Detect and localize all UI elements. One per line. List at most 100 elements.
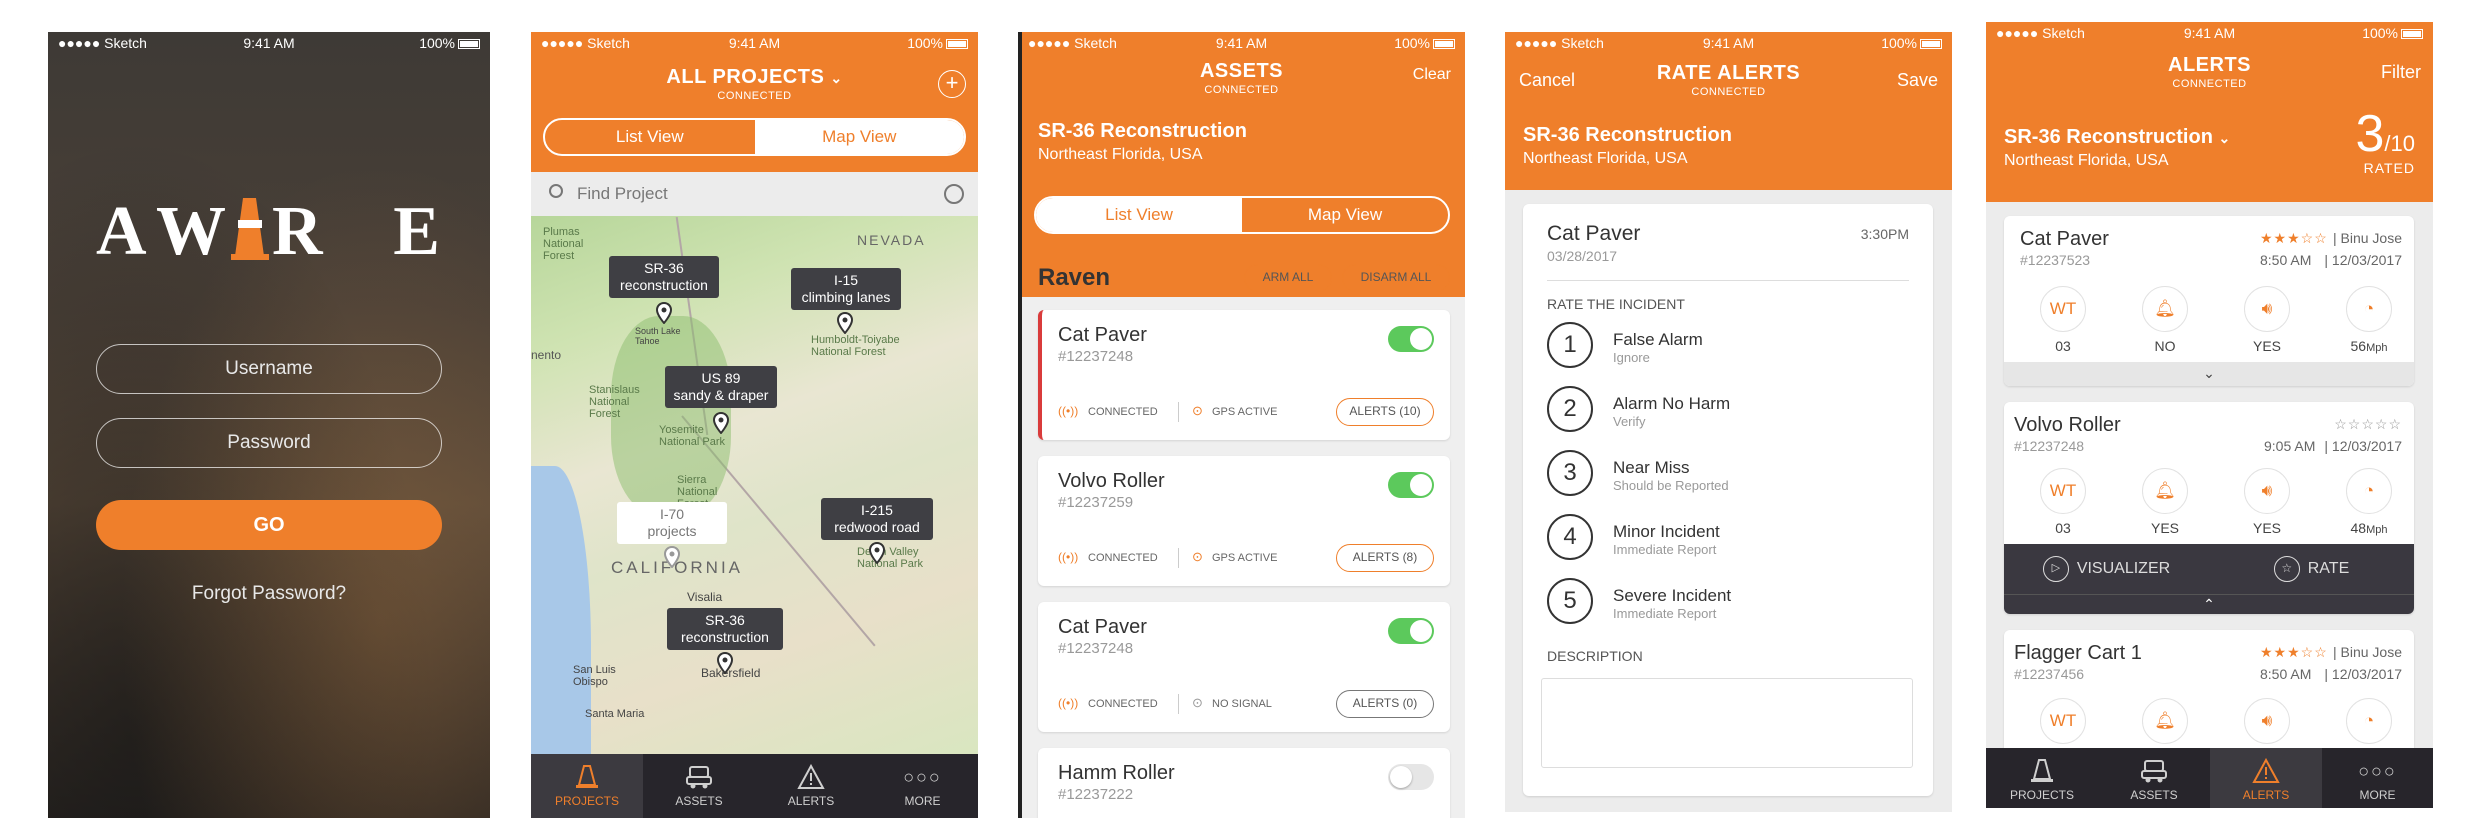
login-screen: ●●●●● Sketch 9:41 AM 100% AW RE Username… xyxy=(48,32,490,818)
speed-number: 56 xyxy=(2350,338,2367,354)
tab-bar: PROJECTS ASSETS ALERTS ○○○ MORE xyxy=(531,754,978,818)
rating-number: 3 xyxy=(1547,450,1593,496)
tab-alerts[interactable]: ALERTS xyxy=(2210,748,2322,808)
asset-card[interactable]: Volvo Roller #12237259 ((•)) CONNECTED ⊙… xyxy=(1038,456,1450,586)
page-title[interactable]: ALL PROJECTS ⌄ xyxy=(531,66,978,89)
tab-projects[interactable]: PROJECTS xyxy=(531,754,643,818)
asset-name: Cat Paver xyxy=(1058,616,1147,638)
alerts-button[interactable]: ALERTS (10) xyxy=(1336,398,1434,426)
project-pin[interactable]: SR-36 reconstruction xyxy=(609,256,719,298)
search-input[interactable]: Find Project xyxy=(577,184,668,204)
project-selector[interactable]: SR-36 Reconstruction ⌄ xyxy=(2004,126,2230,149)
alerts-button[interactable]: ALERTS (8) xyxy=(1336,544,1434,572)
speed-unit: Mph xyxy=(2366,524,2388,536)
add-project-button[interactable]: + xyxy=(938,70,966,98)
pin-subtitle: sandy & draper xyxy=(673,387,769,403)
project-pin[interactable]: I-215 redwood road xyxy=(821,498,933,540)
disarm-all-button[interactable]: DISARM ALL xyxy=(1342,264,1450,292)
tab-projects[interactable]: PROJECTS xyxy=(1986,748,2098,808)
asset-card[interactable]: Hamm Roller #12237222 xyxy=(1038,748,1450,818)
rating-subtitle: Verify xyxy=(1613,414,1646,429)
list-view-tab[interactable]: List View xyxy=(1036,198,1242,232)
rating-title: Alarm No Harm xyxy=(1613,394,1731,413)
tab-alerts[interactable]: ALERTS xyxy=(755,754,867,818)
project-pin[interactable]: I-70 projects xyxy=(617,502,727,544)
gps-label: GPS ACTIVE xyxy=(1212,552,1278,564)
save-button[interactable]: Save xyxy=(1897,70,1938,91)
expand-bar[interactable]: ⌄ xyxy=(2004,362,2414,386)
description-field[interactable] xyxy=(1541,678,1913,768)
status-bar: ●●●●● Sketch 9:41 AM 100% xyxy=(1986,22,2433,44)
map-view-tab[interactable]: Map View xyxy=(754,120,964,154)
chevron-up-icon: ⌃ xyxy=(2203,596,2215,612)
locate-icon[interactable] xyxy=(944,184,964,204)
asset-name: Flagger Cart 1 xyxy=(2014,642,2142,664)
assignee-name: Binu Jose xyxy=(2340,230,2402,246)
tab-bar: PROJECTS ASSETS ALERTS ○○○ MORE xyxy=(1986,748,2433,808)
battery-icon xyxy=(1920,39,1942,50)
arm-toggle[interactable] xyxy=(1388,618,1434,644)
pin-title: SR-36 xyxy=(705,612,745,628)
search-icon xyxy=(549,184,563,198)
tab-assets[interactable]: ASSETS xyxy=(2098,748,2210,808)
clear-button[interactable]: Clear xyxy=(1413,66,1451,84)
password-input[interactable]: Password xyxy=(96,418,442,468)
connection-status: CONNECTED xyxy=(2172,78,2247,90)
battery-icon xyxy=(2401,29,2423,40)
asset-id: #12237248 xyxy=(1058,640,1134,657)
tab-label: PROJECTS xyxy=(554,794,619,808)
connection-label: CONNECTED xyxy=(1088,406,1158,418)
tab-assets[interactable]: ASSETS xyxy=(643,754,755,818)
rating-number: 1 xyxy=(1547,322,1593,368)
list-view-tab[interactable]: List View xyxy=(545,120,755,154)
arm-toggle[interactable] xyxy=(1388,472,1434,498)
rate-button[interactable]: ☆ RATE xyxy=(2209,544,2414,594)
rating-subtitle: Ignore xyxy=(1613,350,1650,365)
alerts-button[interactable]: ALERTS (0) xyxy=(1336,690,1434,718)
project-pin[interactable]: US 89 sandy & draper xyxy=(665,366,777,408)
project-pin[interactable]: I-15 climbing lanes xyxy=(791,268,901,310)
rate-card: Cat Paver 03/28/2017 3:30PM RATE THE INC… xyxy=(1523,204,1933,796)
chevron-down-icon: ⌄ xyxy=(2203,365,2215,381)
collapse-bar[interactable]: ⌃ xyxy=(2004,594,2414,614)
alert-date-value: 12/03/2017 xyxy=(2331,666,2402,682)
arm-all-button[interactable]: ARM ALL xyxy=(1244,264,1332,292)
go-button[interactable]: GO xyxy=(96,500,442,550)
pin-title: SR-36 xyxy=(644,260,684,276)
action-bar: ▷ VISUALIZER ☆ RATE ⌃ xyxy=(2004,544,2414,614)
sensor-value: YES xyxy=(2252,520,2281,536)
username-input[interactable]: Username xyxy=(96,344,442,394)
vehicle-icon xyxy=(686,766,712,789)
rating-number: 5 xyxy=(1547,578,1593,624)
status-bar: ●●●●● Sketch 9:41 AM 100% xyxy=(1505,32,1952,54)
chevron-down-icon: ⌄ xyxy=(2218,130,2231,146)
alert-card[interactable]: Volvo Roller #12237248 ☆☆☆☆☆ 9:05 AM | 1… xyxy=(2004,402,2414,614)
tab-label: ALERTS xyxy=(787,794,835,808)
project-name: SR-36 Reconstruction xyxy=(1523,124,1732,146)
tab-label: ASSETS xyxy=(675,794,723,808)
rated-label: RATED xyxy=(2363,160,2415,176)
arm-toggle[interactable] xyxy=(1388,764,1434,790)
map-marker-icon xyxy=(837,312,853,334)
filter-button[interactable]: Filter xyxy=(2381,62,2421,83)
battery-icon xyxy=(946,39,968,50)
asset-card[interactable]: Cat Paver #12237248 ((•)) CONNECTED ⊙ NO… xyxy=(1038,602,1450,732)
gps-label: NO SIGNAL xyxy=(1212,698,1272,710)
alert-date-value: 12/03/2017 xyxy=(2331,252,2402,268)
map[interactable]: Plumas National Forest NEVADA Humboldt-T… xyxy=(531,216,978,766)
rated-total: /10 xyxy=(2384,131,2415,156)
asset-card[interactable]: Cat Paver #12237248 ((•)) CONNECTED ⊙ GP… xyxy=(1038,310,1450,440)
project-pin[interactable]: SR-36 reconstruction xyxy=(667,608,783,650)
arm-toggle[interactable] xyxy=(1388,326,1434,352)
sensor-value: NO xyxy=(2154,338,2176,354)
divider xyxy=(1178,402,1179,422)
alert-card[interactable]: Flagger Cart 1 #12237456 ★★★☆☆ | Binu Jo… xyxy=(2004,630,2414,760)
visualizer-button[interactable]: ▷ VISUALIZER xyxy=(2004,544,2209,594)
map-view-tab[interactable]: Map View xyxy=(1242,198,1448,232)
tab-more[interactable]: ○○○ MORE xyxy=(2322,748,2433,808)
divider-bar: | xyxy=(2324,438,2332,454)
alert-card[interactable]: Cat Paver #12237523 ★★★☆☆ | Binu Jose 8:… xyxy=(2004,216,2414,386)
forgot-password-link[interactable]: Forgot Password? xyxy=(96,583,442,605)
status-bar: ●●●●● Sketch 9:41 AM 100% xyxy=(531,32,978,54)
tab-more[interactable]: ○○○ MORE xyxy=(867,754,978,818)
